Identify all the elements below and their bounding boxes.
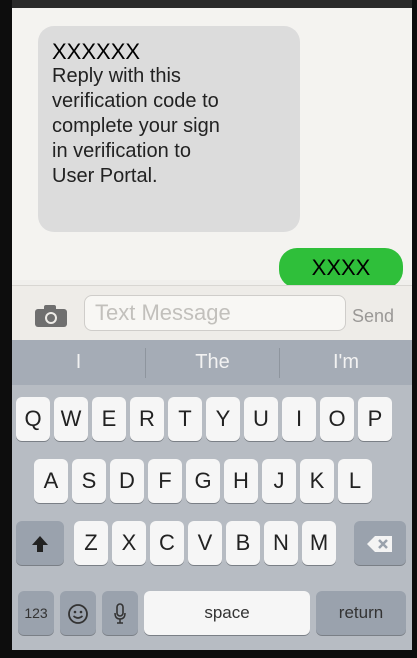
message-line: in verification to [52,140,191,162]
shift-icon [32,536,48,553]
messages-screen: XXXXXX Reply with this verification code… [12,0,412,650]
key-s[interactable]: S [72,459,106,503]
suggestion-item[interactable]: I'm [280,340,412,385]
key-w[interactable]: W [54,397,88,441]
suggestion-item[interactable]: The [146,340,279,385]
numbers-key[interactable]: 123 [18,591,54,635]
shift-key[interactable] [16,521,64,565]
key-i[interactable]: I [282,397,316,441]
key-z[interactable]: Z [74,521,108,565]
text-message-input[interactable]: Text Message [84,295,346,331]
key-x[interactable]: X [112,521,146,565]
message-line: Reply with this [52,65,181,87]
key-e[interactable]: E [92,397,126,441]
key-v[interactable]: V [188,521,222,565]
space-key[interactable]: space [144,591,310,635]
key-h[interactable]: H [224,459,258,503]
key-n[interactable]: N [264,521,298,565]
message-line: complete your sign [52,115,220,137]
key-b[interactable]: B [226,521,260,565]
keyboard: Q W E R T Y U I O P A S D F G H J K L Z … [12,385,412,650]
key-u[interactable]: U [244,397,278,441]
key-g[interactable]: G [186,459,220,503]
key-q[interactable]: Q [16,397,50,441]
key-r[interactable]: R [130,397,164,441]
verification-code: XXXXXX [52,39,141,64]
key-a[interactable]: A [34,459,68,503]
delete-key[interactable] [354,521,406,565]
top-edge [12,0,412,8]
key-j[interactable]: J [262,459,296,503]
key-l[interactable]: L [338,459,372,503]
microphone-icon [114,603,126,624]
return-key[interactable]: return [316,591,406,635]
message-line: User Portal. [52,165,158,187]
key-m[interactable]: M [302,521,336,565]
delete-icon [367,536,392,553]
dictation-key[interactable] [102,591,138,635]
key-f[interactable]: F [148,459,182,503]
camera-icon[interactable] [34,304,68,328]
send-button[interactable]: Send [352,303,408,329]
key-o[interactable]: O [320,397,354,441]
predictive-suggestion-bar: I The I'm [12,340,412,385]
message-line: verification code to [52,90,219,112]
key-p[interactable]: P [358,397,392,441]
key-d[interactable]: D [110,459,144,503]
incoming-message-bubble[interactable]: XXXXXX Reply with this verification code… [38,26,300,232]
emoji-icon [68,604,88,625]
message-input-bar: Text Message Send [12,285,412,341]
conversation-area[interactable]: XXXXXX Reply with this verification code… [12,8,412,288]
emoji-key[interactable] [60,591,96,635]
key-t[interactable]: T [168,397,202,441]
phone-frame: XXXXXX Reply with this verification code… [0,0,417,658]
key-y[interactable]: Y [206,397,240,441]
incoming-message-text: Reply with this verification code to com… [52,64,288,189]
key-c[interactable]: C [150,521,184,565]
outgoing-message-bubble[interactable]: XXXX [279,248,403,288]
suggestion-item[interactable]: I [12,340,145,385]
key-k[interactable]: K [300,459,334,503]
